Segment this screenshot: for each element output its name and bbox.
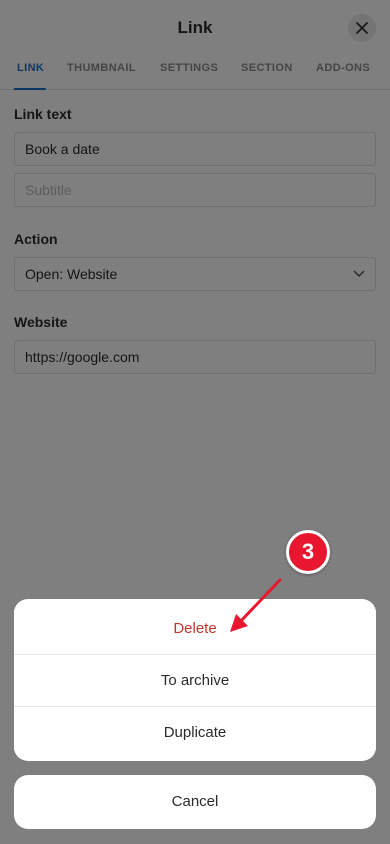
- duplicate-option[interactable]: Duplicate: [14, 707, 376, 759]
- archive-option[interactable]: To archive: [14, 655, 376, 707]
- cancel-button[interactable]: Cancel: [14, 775, 376, 829]
- delete-option[interactable]: Delete: [14, 603, 376, 655]
- action-sheet: Delete To archive Duplicate: [14, 599, 376, 761]
- step-badge: 3: [286, 530, 330, 574]
